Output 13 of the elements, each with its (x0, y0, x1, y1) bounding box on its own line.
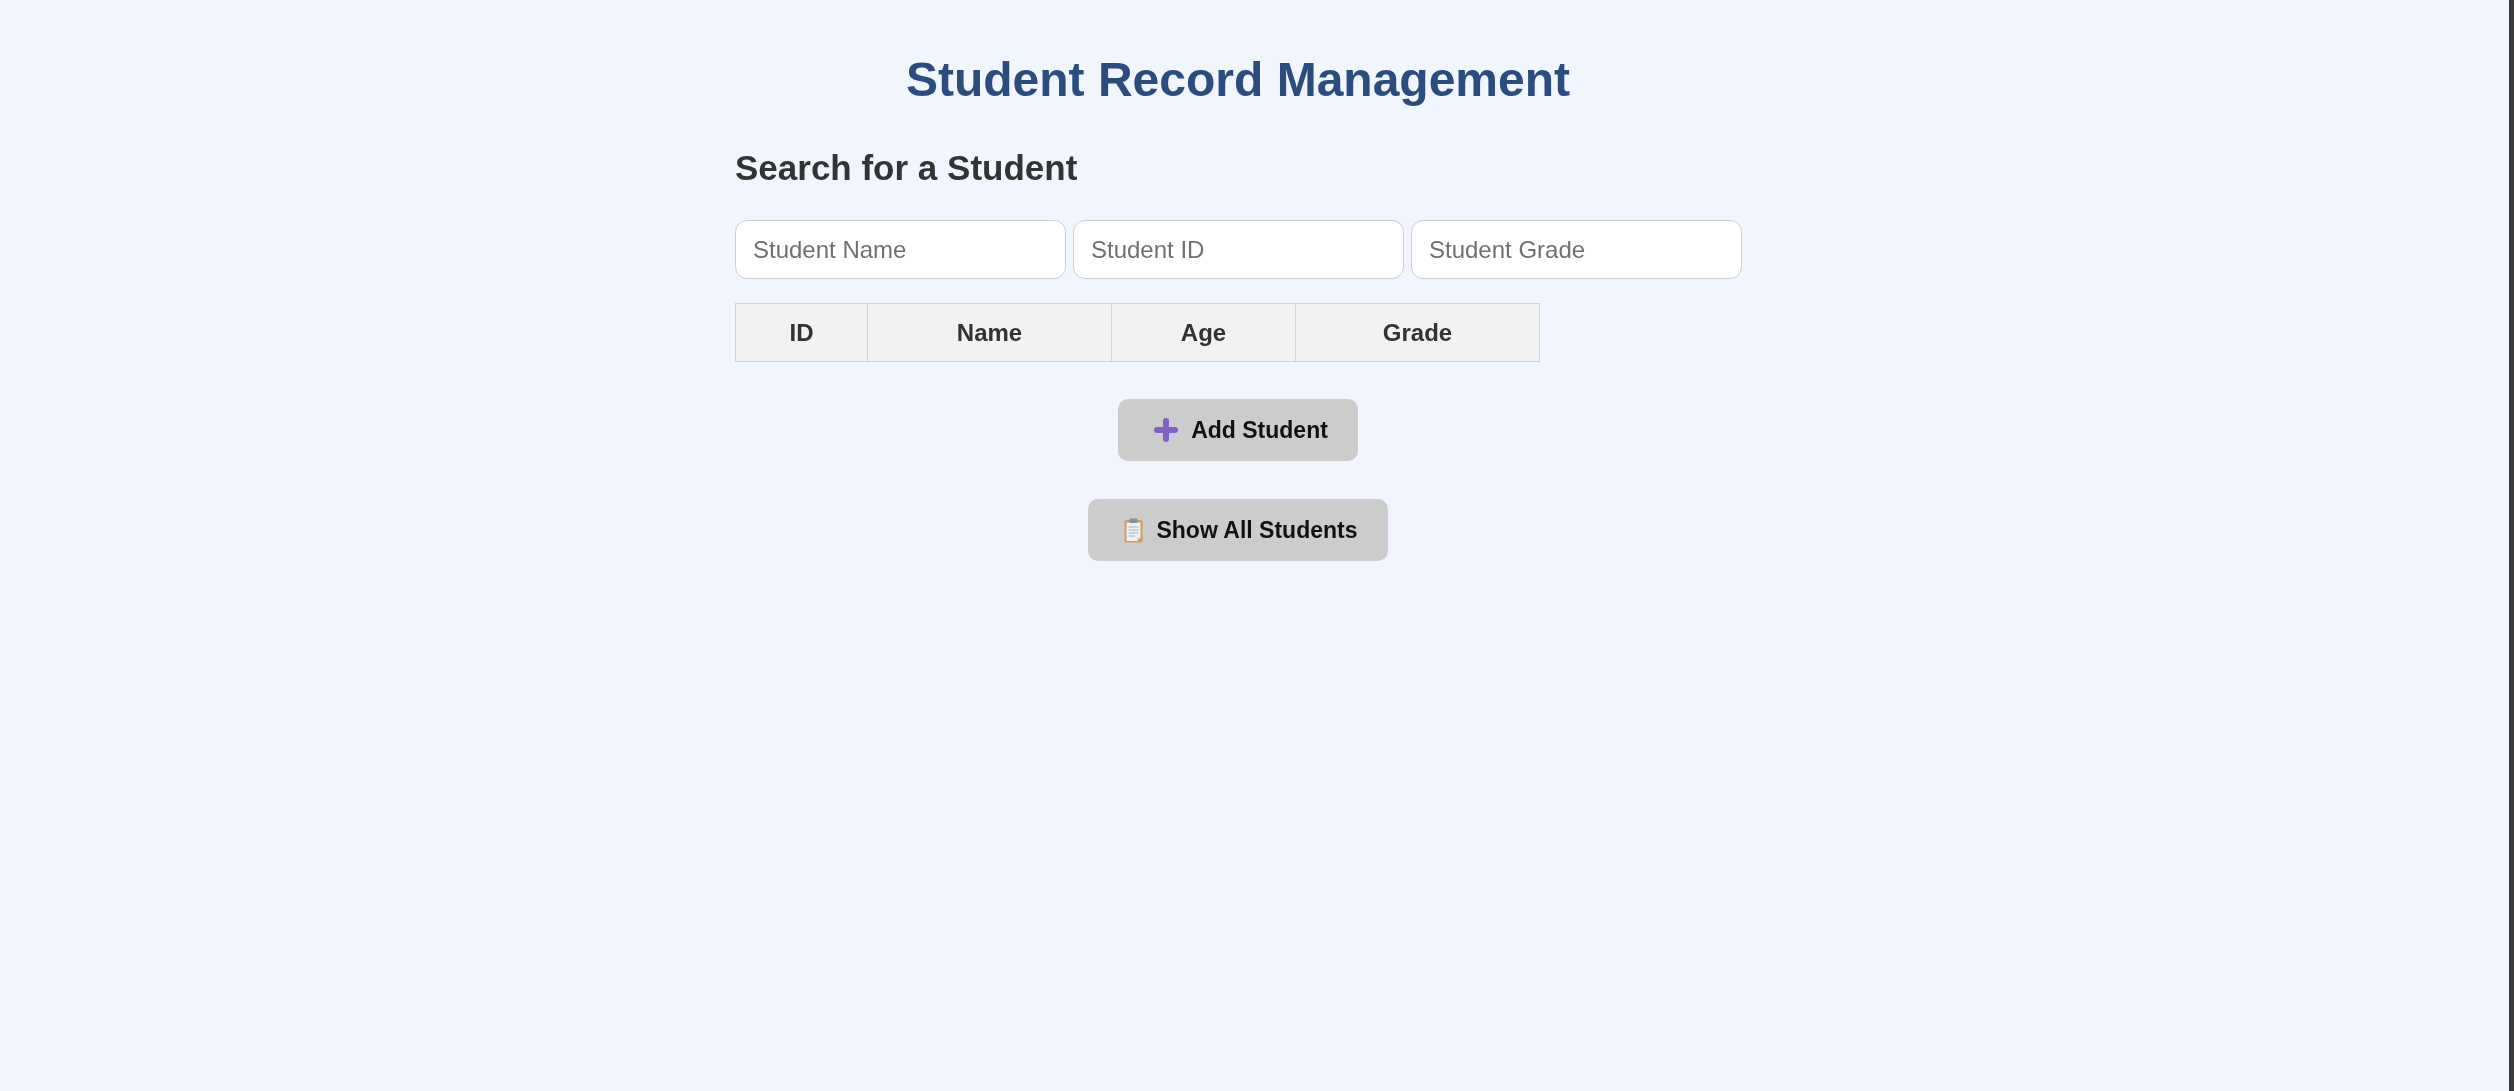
plus-icon (1154, 418, 1179, 443)
search-field[interactable]: Student Grade (1411, 220, 1742, 280)
column-header: Grade (1295, 303, 1540, 362)
search-field[interactable]: Student ID (1073, 220, 1404, 280)
section-heading: Search for a Student (735, 147, 1078, 190)
page-title: Student Record Management (905, 52, 1571, 109)
search-field[interactable]: Student Name (735, 220, 1066, 280)
column-header: ID (735, 303, 868, 362)
add-student-button[interactable]: Add Student (1118, 399, 1358, 462)
show-all-students-button[interactable]: Show All Students (1088, 499, 1388, 562)
column-header: Name (867, 303, 1112, 362)
clipboard-icon (1124, 517, 1144, 543)
column-header: Age (1111, 303, 1296, 362)
